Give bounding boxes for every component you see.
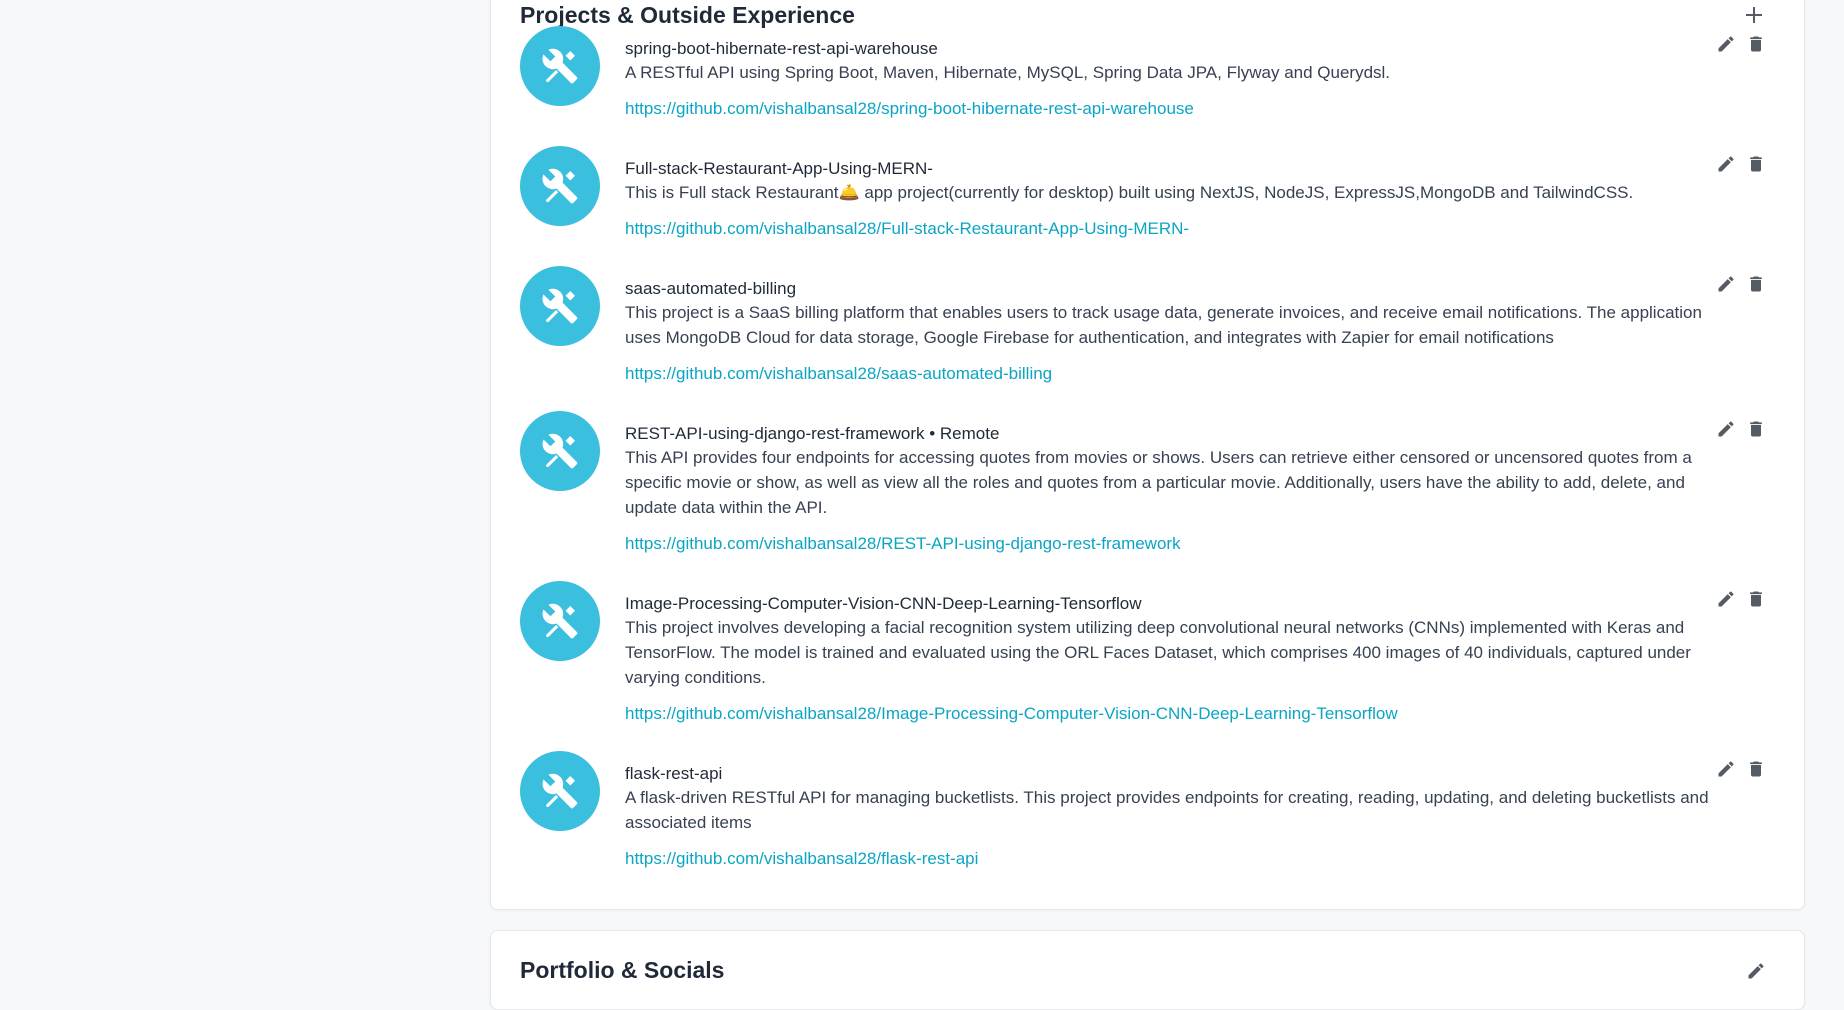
pencil-icon[interactable]	[1716, 419, 1736, 439]
project-link[interactable]: https://github.com/vishalbansal28/saas-a…	[625, 363, 1052, 385]
section-title-projects: Projects & Outside Experience	[520, 2, 855, 28]
tools-icon	[520, 146, 600, 226]
project-description: This project involves developing a facia…	[625, 618, 1691, 687]
tools-icon	[520, 751, 600, 831]
pencil-icon[interactable]	[1716, 154, 1736, 174]
pencil-icon[interactable]	[1746, 961, 1766, 981]
project-title: flask-rest-api	[625, 764, 723, 783]
project-link[interactable]: https://github.com/vishalbansal28/Image-…	[625, 703, 1398, 725]
project-title: Full-stack-Restaurant-App-Using-MERN-	[625, 159, 933, 178]
plus-icon[interactable]	[1742, 3, 1766, 27]
project-item: Image-Processing-Computer-Vision-CNN-Dee…	[520, 581, 1766, 725]
tools-icon	[520, 411, 600, 491]
project-link[interactable]: https://github.com/vishalbansal28/flask-…	[625, 848, 978, 870]
trash-icon[interactable]	[1746, 34, 1766, 54]
tools-icon	[520, 581, 600, 661]
tools-icon	[520, 26, 600, 106]
project-title: spring-boot-hibernate-rest-api-warehouse	[625, 39, 938, 58]
project-link[interactable]: https://github.com/vishalbansal28/REST-A…	[625, 533, 1181, 555]
trash-icon[interactable]	[1746, 419, 1766, 439]
projects-card: Projects & Outside Experience spring-boo…	[490, 0, 1805, 910]
project-item: flask-rest-api A flask-driven RESTful AP…	[520, 751, 1766, 870]
trash-icon[interactable]	[1746, 589, 1766, 609]
section-title-portfolio: Portfolio & Socials	[520, 957, 725, 983]
project-title: saas-automated-billing	[625, 279, 797, 298]
project-item: Full-stack-Restaurant-App-Using-MERN- Th…	[520, 146, 1766, 240]
project-item: REST-API-using-django-rest-framework • R…	[520, 411, 1766, 555]
trash-icon[interactable]	[1746, 154, 1766, 174]
project-item: spring-boot-hibernate-rest-api-warehouse…	[520, 26, 1766, 120]
tools-icon	[520, 266, 600, 346]
project-title: REST-API-using-django-rest-framework • R…	[625, 424, 1000, 443]
pencil-icon[interactable]	[1716, 759, 1736, 779]
trash-icon[interactable]	[1746, 274, 1766, 294]
project-description: This is Full stack Restaurant🛎️ app proj…	[625, 183, 1634, 202]
project-link[interactable]: https://github.com/vishalbansal28/spring…	[625, 98, 1194, 120]
pencil-icon[interactable]	[1716, 274, 1736, 294]
project-description: A flask-driven RESTful API for managing …	[625, 788, 1709, 832]
trash-icon[interactable]	[1746, 759, 1766, 779]
project-link[interactable]: https://github.com/vishalbansal28/Full-s…	[625, 218, 1189, 240]
project-description: This API provides four endpoints for acc…	[625, 448, 1692, 517]
project-description: A RESTful API using Spring Boot, Maven, …	[625, 63, 1391, 82]
pencil-icon[interactable]	[1716, 589, 1736, 609]
pencil-icon[interactable]	[1716, 34, 1736, 54]
project-title: Image-Processing-Computer-Vision-CNN-Dee…	[625, 594, 1142, 613]
project-description: This project is a SaaS billing platform …	[625, 303, 1702, 347]
portfolio-card: Portfolio & Socials	[490, 930, 1805, 1010]
project-item: saas-automated-billing This project is a…	[520, 266, 1766, 385]
